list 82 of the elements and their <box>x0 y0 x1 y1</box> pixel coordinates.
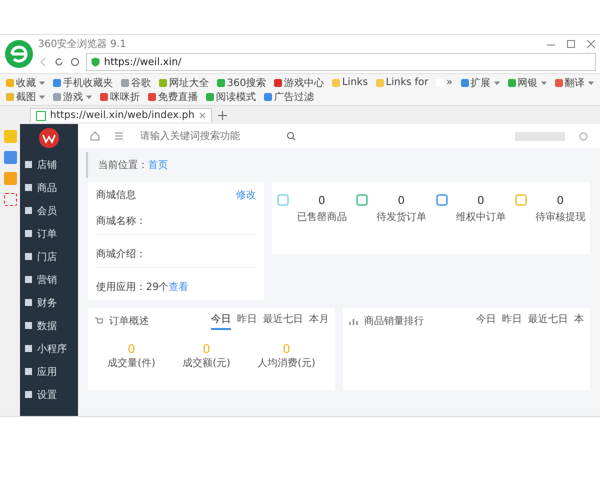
bookmark-item[interactable]: 收藏 <box>6 76 45 89</box>
bookmark-item[interactable]: 网址大全 <box>159 76 209 89</box>
metric-label: 成交额(元) <box>182 356 230 370</box>
period-tab[interactable]: 本 <box>574 312 584 330</box>
bookmark-item[interactable]: 截图 <box>6 90 45 103</box>
period-tab[interactable]: 昨日 <box>502 312 522 330</box>
stat-label: 待审核提现 <box>535 210 586 224</box>
close-icon[interactable] <box>586 39 596 49</box>
maximize-icon[interactable] <box>566 39 576 49</box>
metric-label: 人均消费(元) <box>258 356 316 370</box>
bookmark-item[interactable]: 翻译 <box>554 76 594 89</box>
card-title: 订单概述 <box>109 314 150 328</box>
stat-value: 0 <box>318 194 326 207</box>
window-title: 360安全浏览器 9.1 <box>38 38 126 51</box>
bookmark-item[interactable]: Links for <box>376 76 428 89</box>
nav-item[interactable]: 店铺 <box>25 153 73 176</box>
address-field[interactable]: https://weil.xin/ <box>86 53 596 71</box>
metric-label: 成交量(件) <box>108 356 156 370</box>
metric-value: 0 <box>128 342 136 356</box>
brand-logo-icon <box>38 127 60 149</box>
nav-item[interactable]: 应用 <box>25 360 73 383</box>
caret-icon <box>540 80 547 86</box>
bookmark-item[interactable]: 网银 <box>508 76 547 89</box>
period-tab[interactable]: 最近七日 <box>528 312 568 330</box>
stat-value: 0 <box>556 194 564 207</box>
bookmark-item[interactable]: 扩展 <box>460 76 500 89</box>
bookmark-item[interactable]: 广告过滤 <box>264 90 314 103</box>
caret-icon <box>494 80 500 86</box>
bookmark-item[interactable]: 谷歌 <box>121 76 151 89</box>
page-icon <box>36 110 46 120</box>
bookmark-item[interactable]: 免费直播 <box>148 90 198 103</box>
nav-item[interactable]: 商品 <box>25 176 73 199</box>
bookmark-item[interactable]: Links <box>332 76 368 89</box>
period-tab[interactable]: 昨日 <box>237 312 257 330</box>
caret-icon <box>39 94 45 100</box>
bookmark-item[interactable]: 游戏中心 <box>274 76 324 89</box>
nav-item[interactable]: 小程序 <box>25 337 73 360</box>
bookmark-item[interactable]: 咪咪折 <box>100 90 140 103</box>
new-tab-icon[interactable] <box>218 110 227 120</box>
bookmark-item[interactable]: 阅读模式 <box>206 90 256 103</box>
nav-item[interactable]: 订单 <box>25 222 73 245</box>
shield-icon <box>91 57 100 67</box>
breadcrumb-label: 当前位置： <box>98 160 148 171</box>
caret-icon <box>39 80 45 86</box>
caret-icon <box>86 94 92 100</box>
menu-icon[interactable] <box>114 131 124 141</box>
card-title: 商品销量排行 <box>364 314 425 328</box>
stat-label: 待发货订单 <box>376 210 426 224</box>
nav-item[interactable]: 数据 <box>25 314 73 337</box>
stat-label: 已售罄商品 <box>296 210 347 224</box>
stat-label: 维权中订单 <box>456 210 506 224</box>
bookmark-item[interactable]: » <box>436 76 453 89</box>
card-title: 商城信息 <box>96 188 136 202</box>
nav-item[interactable]: 门店 <box>25 245 73 268</box>
metric-value: 0 <box>202 342 210 356</box>
stat-value: 0 <box>477 194 484 207</box>
browser-tab[interactable]: https://weil.xin/web/index.ph <box>30 108 212 122</box>
period-tab[interactable]: 本月 <box>309 312 329 330</box>
nav-item[interactable]: 财务 <box>25 291 73 314</box>
browser-logo-icon <box>4 39 34 69</box>
nav-item[interactable]: 设置 <box>25 383 73 406</box>
period-tab[interactable]: 最近七日 <box>263 312 303 330</box>
back-icon[interactable] <box>38 57 48 67</box>
caret-icon <box>588 80 594 86</box>
bookmark-item[interactable]: 游戏 <box>53 90 92 103</box>
stat-value: 0 <box>398 194 405 207</box>
period-tab[interactable]: 今日 <box>211 312 231 330</box>
field-label: 商城名称： <box>96 214 256 235</box>
field-label: 商城介绍： <box>96 247 256 268</box>
nav-item[interactable]: 会员 <box>25 199 73 222</box>
period-tab[interactable]: 今日 <box>476 312 496 330</box>
search-field[interactable]: 请输入关键词搜索功能 <box>138 130 272 142</box>
bookmark-item[interactable]: 360搜索 <box>217 76 266 89</box>
search-icon[interactable] <box>286 131 296 141</box>
nav-item[interactable]: 营销 <box>25 268 73 291</box>
apps-count: 使用应用：29个 <box>96 282 169 293</box>
bookmark-item[interactable]: 手机收藏夹 <box>53 76 113 89</box>
close-icon[interactable] <box>198 112 206 119</box>
chart-icon <box>349 316 358 326</box>
reload-icon[interactable] <box>54 57 64 67</box>
cart-icon <box>94 316 103 326</box>
metric-value: 0 <box>282 342 290 356</box>
